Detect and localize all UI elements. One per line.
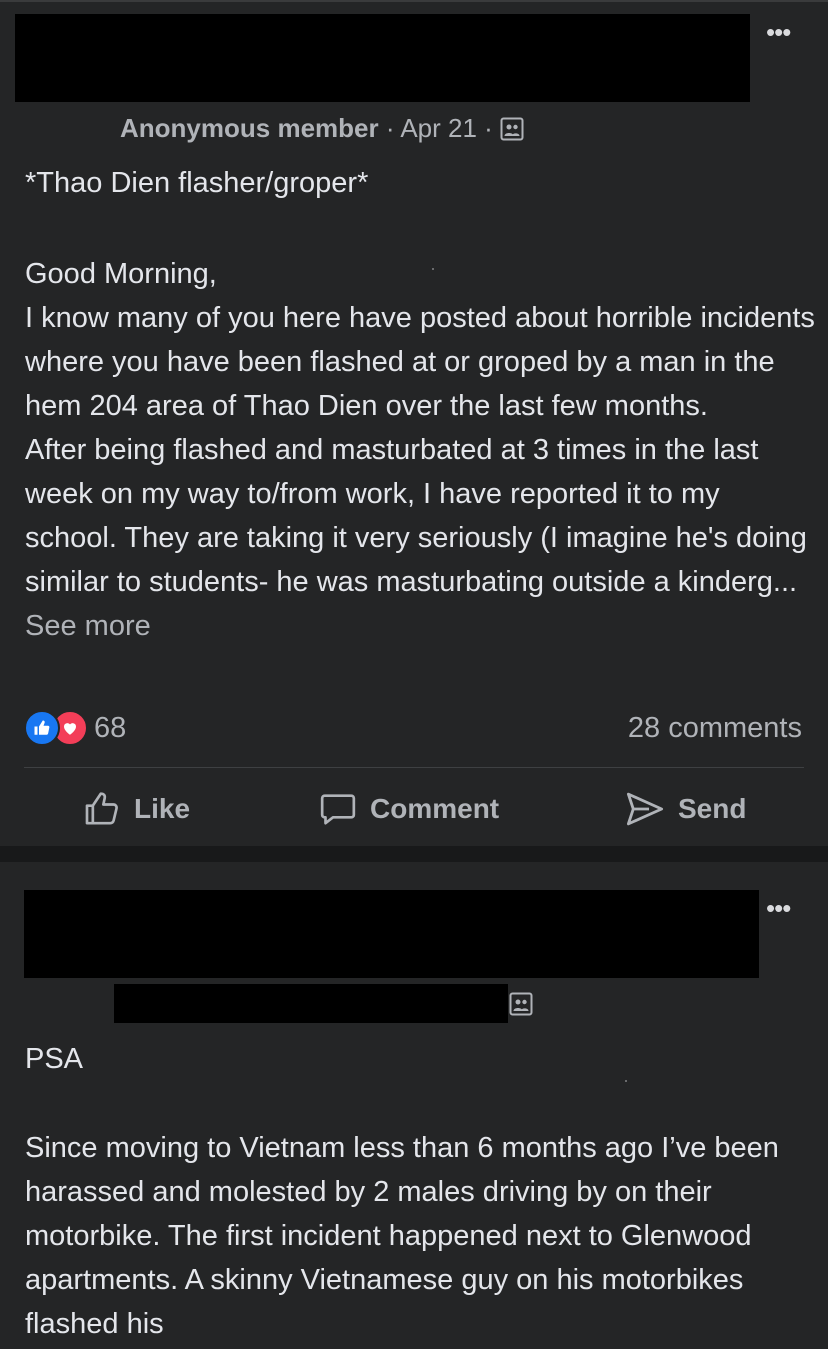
divider xyxy=(24,767,804,768)
reaction-count: 68 xyxy=(94,711,127,744)
post-paragraph: After being flashed and masturbated at 3… xyxy=(25,434,807,642)
group-icon xyxy=(500,117,524,141)
like-button[interactable]: Like xyxy=(82,786,190,832)
send-icon xyxy=(626,792,664,826)
thumbs-up-icon xyxy=(85,792,118,825)
comment-icon xyxy=(320,794,356,825)
post-title: *Thao Dien flasher/groper* xyxy=(25,167,369,199)
post-body: Since moving to Vietnam less than 6 mont… xyxy=(25,1126,815,1346)
divider xyxy=(0,0,828,2)
redacted-meta xyxy=(114,984,508,1023)
post-paragraph: Since moving to Vietnam less than 6 mont… xyxy=(25,1132,779,1340)
redacted-header xyxy=(24,890,759,978)
author-name[interactable]: Anonymous member xyxy=(120,113,379,143)
reaction-summary[interactable]: 68 xyxy=(24,710,126,746)
like-reaction-icon xyxy=(24,710,60,746)
send-button[interactable]: Send xyxy=(624,786,746,832)
post-card: ••• Anonymous member · Apr 21 · *Thao Di… xyxy=(0,0,828,846)
post-paragraph: Good Morning, xyxy=(25,258,217,290)
post-title: PSA xyxy=(25,1043,84,1075)
group-icon xyxy=(509,992,533,1016)
post-meta: Anonymous member · Apr 21 · xyxy=(120,113,524,143)
post-paragraph: I know many of you here have posted abou… xyxy=(25,302,815,422)
post-body: Good Morning, I know many of you here ha… xyxy=(25,252,815,648)
redacted-header xyxy=(15,14,750,102)
post-actions: Like Comment Send xyxy=(0,786,828,832)
more-dots-icon[interactable]: ••• xyxy=(766,895,791,921)
comments-count[interactable]: 28 comments xyxy=(628,712,802,745)
see-more-link[interactable]: See more xyxy=(25,610,151,642)
post-date[interactable]: Apr 21 xyxy=(400,113,477,143)
more-dots-icon[interactable]: ••• xyxy=(766,19,791,45)
comment-button[interactable]: Comment xyxy=(318,786,499,832)
post-card: ••• PSA Since moving to Vietnam less tha… xyxy=(0,862,828,1349)
